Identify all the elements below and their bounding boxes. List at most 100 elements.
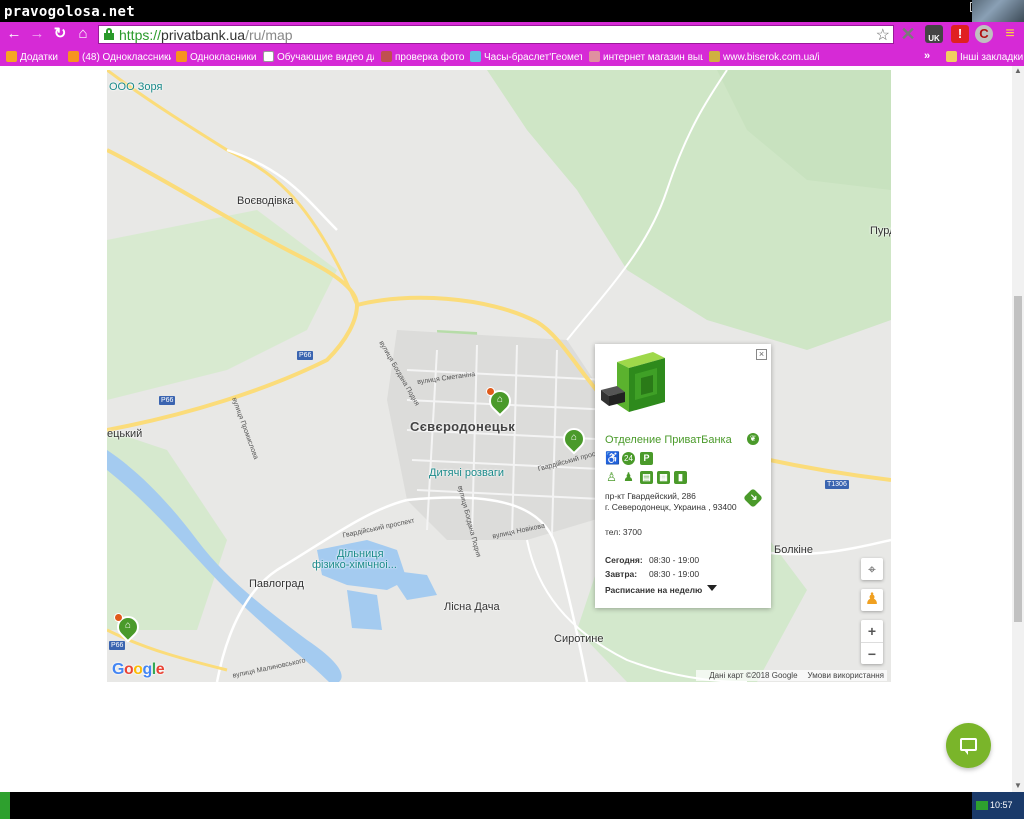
google-logo: Google xyxy=(112,661,165,678)
badge-icon xyxy=(114,613,123,622)
bank-branch-marker[interactable]: ⌂ xyxy=(484,385,516,418)
bank-icon: ⌂ xyxy=(496,394,504,405)
pegman-icon: ♟ xyxy=(864,591,880,608)
place-sievierodonetsk: Сєвєродонецьк xyxy=(410,419,516,434)
red-extension-icon[interactable]: ! xyxy=(951,25,969,43)
bookmark-apps[interactable]: Додатки xyxy=(6,51,64,63)
road-p66-label: P66 xyxy=(159,396,176,405)
bookmark-biserok[interactable]: www.biserok.com.ua/in xyxy=(709,51,819,63)
top-bar: pravogolosa.net xyxy=(0,0,1024,22)
attribution-text: Дані карт ©2018 Google xyxy=(709,671,798,680)
page-scrollbar[interactable]: ▲ ▼ xyxy=(1012,66,1024,792)
branch-address: пр-кт Гвардейский, 286 г. Северодонецк, … xyxy=(605,491,737,513)
menu-icon[interactable]: ≡ xyxy=(1001,25,1019,43)
watermark: pravogolosa.net xyxy=(4,4,135,20)
taskbar: 10:57 xyxy=(0,792,1024,819)
close-icon[interactable]: × xyxy=(756,349,767,360)
cashier-icon: ▤ xyxy=(640,471,653,484)
zoom-control: + − xyxy=(861,620,883,664)
bank-icon: ⌂ xyxy=(570,432,578,443)
forward-icon[interactable]: → xyxy=(28,25,46,43)
x-icon[interactable]: ✕ xyxy=(899,25,917,43)
atm-icon: 24 xyxy=(622,452,635,465)
reload-icon[interactable]: ↻ xyxy=(51,25,69,43)
place-lisna-dacha: Лісна Дача xyxy=(444,601,500,613)
scroll-up-icon[interactable]: ▲ xyxy=(1014,66,1022,75)
nvidia-icon[interactable] xyxy=(976,801,988,810)
place-syrotyne: Сиротине xyxy=(554,633,604,645)
hours-tomorrow: Завтра: 08:30 - 19:00 xyxy=(605,569,699,579)
folder-icon xyxy=(946,51,957,62)
bookmark-bracelet[interactable]: Часы-браслет'Геометр xyxy=(470,51,582,63)
clock[interactable]: 10:57 xyxy=(990,800,1013,810)
bank-icon: ⌂ xyxy=(124,620,132,631)
leaf-icon: ❦ xyxy=(747,433,759,445)
address-bar[interactable]: https://privatbank.ua/ru/map ☆ xyxy=(98,25,894,44)
desktop-wallpaper-thumb xyxy=(972,0,1024,22)
system-tray: 10:57 xyxy=(972,792,1024,819)
locate-me-button[interactable]: ⌖ xyxy=(861,558,883,580)
biserok-icon xyxy=(709,51,720,62)
street-view-pegman[interactable]: ♟ xyxy=(861,589,883,611)
place-voievodivka: Воєводівка xyxy=(237,195,294,207)
place-tsky: ецький xyxy=(107,428,143,440)
c-extension-icon[interactable]: C xyxy=(975,25,993,43)
other-bookmarks[interactable]: Інші закладки xyxy=(946,51,1023,63)
hours-label: Сегодня: xyxy=(605,555,643,565)
bookmark-ok[interactable]: Однокласники xyxy=(176,51,258,63)
address-line: г. Северодонецк, Украина , 93400 xyxy=(605,502,737,512)
terminal-icon: ▦ xyxy=(657,471,670,484)
chat-button[interactable] xyxy=(946,723,991,768)
uk-extension-icon[interactable]: UK xyxy=(925,25,943,43)
bookmarks-bar: Додатки (48) Одноклассники Однокласники … xyxy=(0,49,1024,66)
group-icon: ♟ xyxy=(623,470,634,484)
road-p66-label: P66 xyxy=(297,351,314,360)
scroll-down-icon[interactable]: ▼ xyxy=(1014,781,1022,790)
back-icon[interactable]: ← xyxy=(5,25,23,43)
place-pavlohrad: Павлоград xyxy=(249,578,304,590)
address-line: пр-кт Гвардейский, 286 xyxy=(605,491,696,501)
terms-link[interactable]: Умови використання xyxy=(808,671,884,680)
lock-icon xyxy=(104,28,114,40)
url-text[interactable]: https://privatbank.ua/ru/map xyxy=(119,27,293,43)
crosshair-icon: ⌖ xyxy=(868,561,876,577)
place-dilnytsia-2: фізико-хімічноі... xyxy=(312,559,397,571)
chat-icon xyxy=(960,738,977,755)
privatbank-logo xyxy=(601,352,665,412)
bookmarks-more[interactable]: » xyxy=(924,50,930,62)
safe-icon: ▮ xyxy=(674,471,687,484)
bookmark-video[interactable]: Обучающие видео дл xyxy=(263,51,374,63)
hours-value: 08:30 - 19:00 xyxy=(649,569,700,579)
photo-icon xyxy=(381,51,392,62)
start-button[interactable] xyxy=(0,792,10,819)
scroll-thumb[interactable] xyxy=(1014,296,1022,622)
bank-branch-marker-selected[interactable]: ⌂ xyxy=(558,423,590,456)
road-t1306-label: T1306 xyxy=(825,480,849,489)
bank-branch-marker[interactable]: ⌂ xyxy=(112,611,144,644)
hours-today: Сегодня: 08:30 - 19:00 xyxy=(605,555,699,565)
place-bolkine: Болкіне xyxy=(774,544,813,556)
parking-icon: P xyxy=(640,452,653,465)
directions-icon[interactable]: ➜ xyxy=(743,488,763,508)
zoom-out-button[interactable]: − xyxy=(861,642,883,664)
map-attribution: Дані карт ©2018 Google Умови використання xyxy=(696,670,887,681)
bookmark-shop[interactable]: интернет магазин выш xyxy=(589,51,703,63)
bookmark-ok-48[interactable]: (48) Одноклассники xyxy=(68,51,171,63)
week-schedule-link[interactable]: Расписание на неделю xyxy=(605,585,702,595)
map[interactable]: ООО Зоря Воєводівка Пурд Сєвєродонецьк е… xyxy=(107,70,891,682)
hours-value: 08:30 - 19:00 xyxy=(649,555,700,565)
star-icon[interactable]: ☆ xyxy=(876,25,890,45)
home-icon[interactable]: ⌂ xyxy=(74,25,92,43)
hours-label: Завтра: xyxy=(605,569,638,579)
bookmark-photo[interactable]: проверка фото xyxy=(381,51,465,63)
branch-title: Отделение ПриватБанка xyxy=(605,434,732,446)
chevron-down-icon[interactable] xyxy=(707,585,717,591)
bracelet-icon xyxy=(470,51,481,62)
zoom-in-button[interactable]: + xyxy=(861,620,883,642)
place-ooo-zorya[interactable]: ООО Зоря xyxy=(109,81,162,93)
browser-chrome: ← → ↻ ⌂ https://privatbank.ua/ru/map ☆ ✕… xyxy=(0,22,1024,66)
branch-info-popup: × Отделение ПриватБанка ❦ ♿ 24 P ♙ ♟ ▤ ▦… xyxy=(595,344,771,608)
odnoklassniki-icon xyxy=(176,51,187,62)
place-dytiachi-rozvahy[interactable]: Дитячі розваги xyxy=(429,467,504,479)
odnoklassniki-icon xyxy=(68,51,79,62)
